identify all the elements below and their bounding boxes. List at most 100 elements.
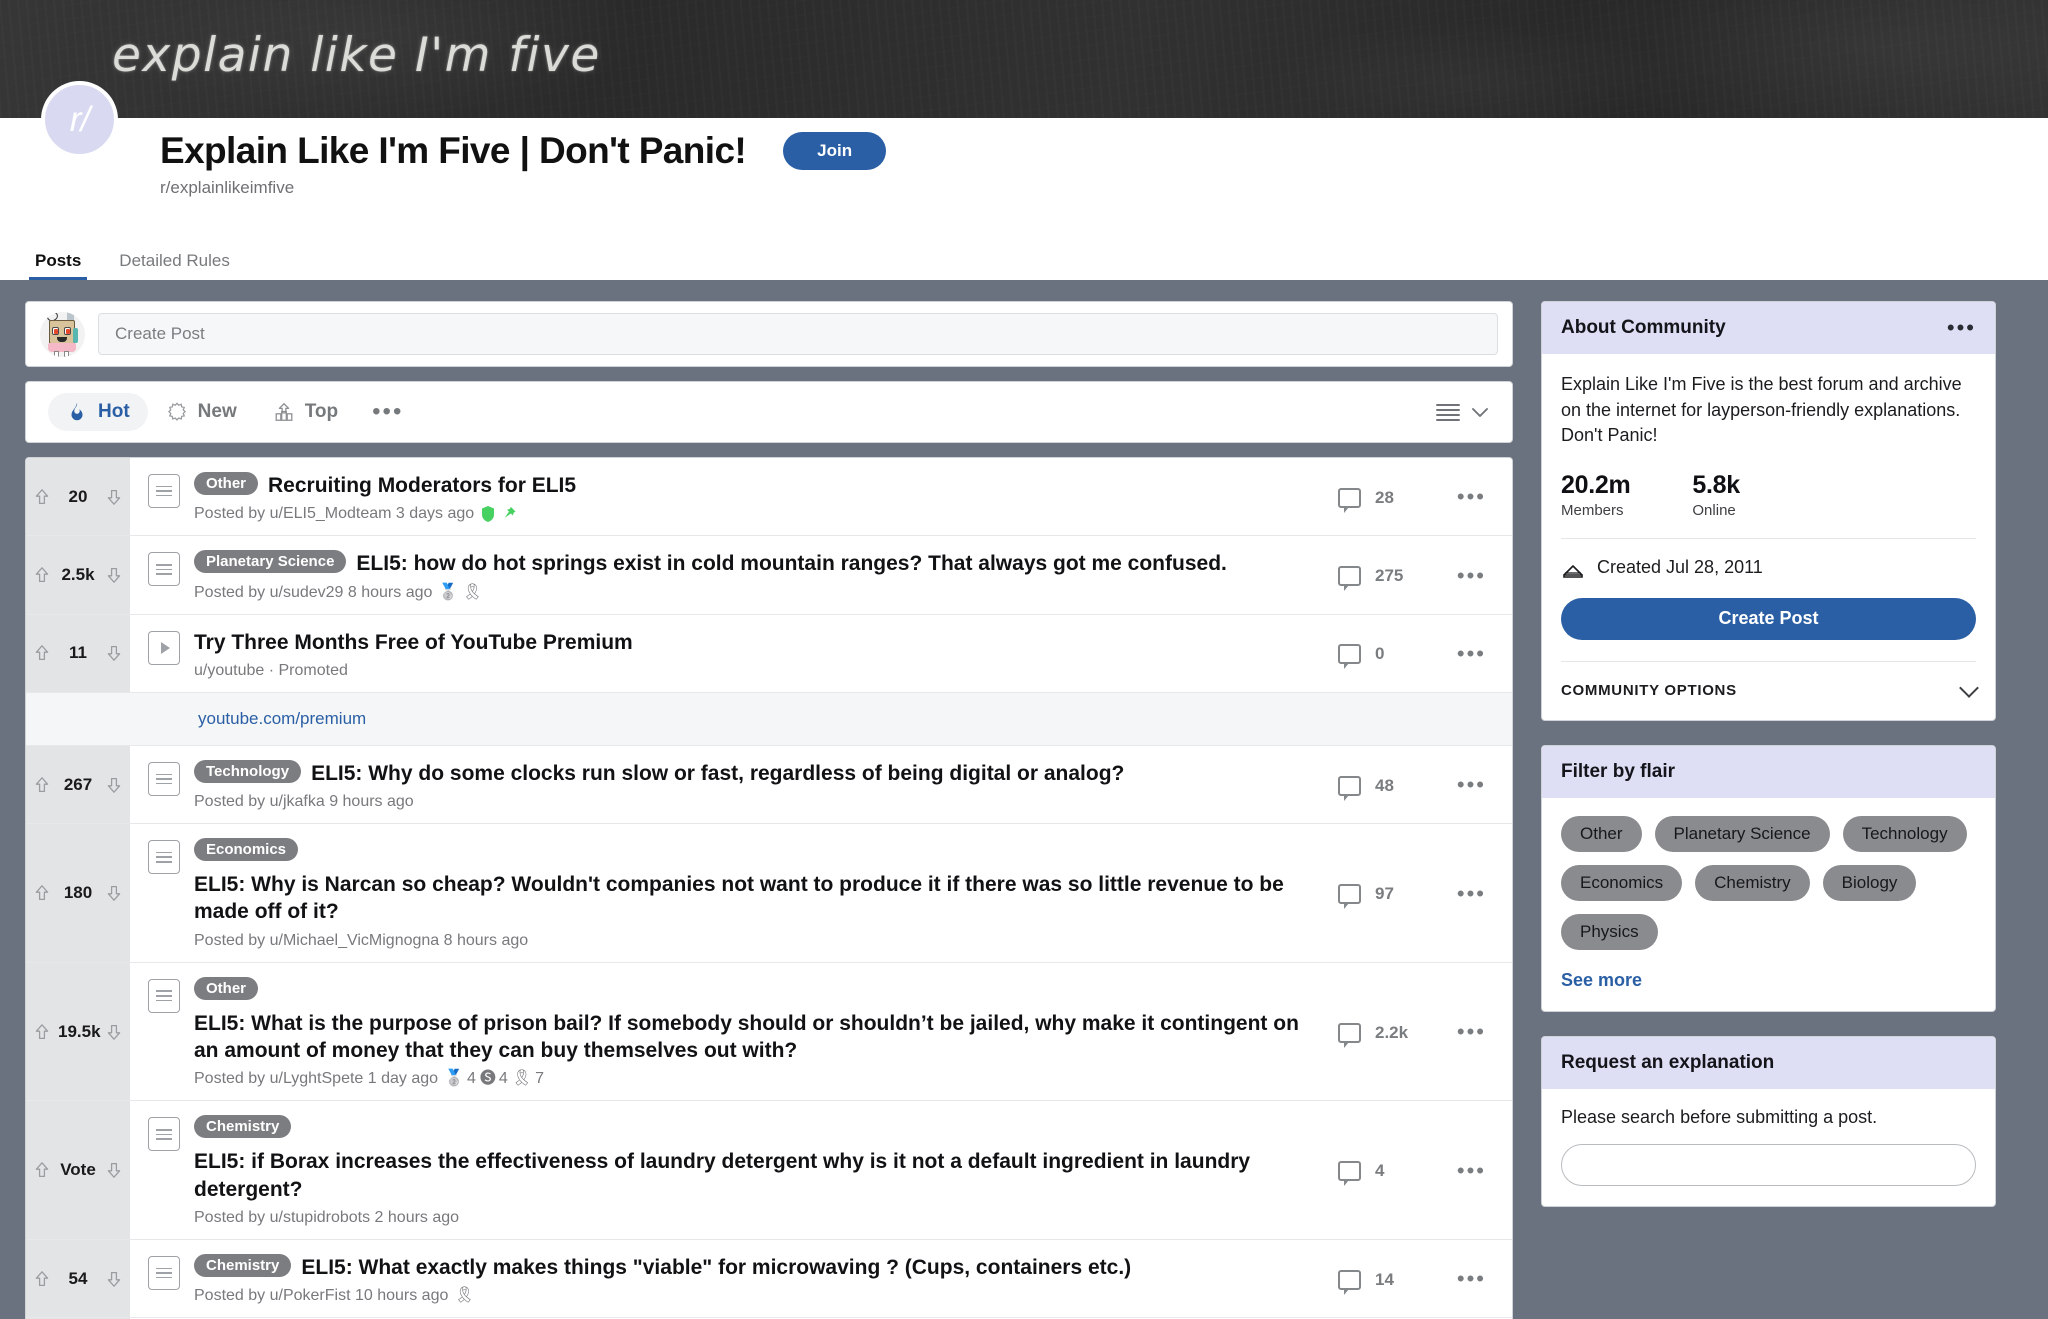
flair-filter-chemistry[interactable]: Chemistry bbox=[1695, 864, 1810, 901]
sort-hot-label: Hot bbox=[98, 401, 130, 422]
s-award-icon: 🅢 bbox=[479, 1070, 496, 1088]
vote-column: 11 bbox=[26, 614, 130, 692]
chevron-down-icon bbox=[1959, 677, 1979, 698]
post-more-button[interactable]: ••• bbox=[1457, 564, 1486, 586]
downvote-icon[interactable] bbox=[106, 564, 122, 586]
downvote-icon[interactable] bbox=[106, 642, 122, 664]
user-avatar[interactable] bbox=[40, 311, 85, 357]
post-title[interactable]: ELI5: What is the purpose of prison bail… bbox=[194, 1010, 1316, 1065]
flair-filter-economics[interactable]: Economics bbox=[1561, 864, 1683, 901]
promoted-post[interactable]: 11 Try Three Months Free of YouTube Prem… bbox=[26, 614, 1512, 746]
comment-column[interactable]: 97 ••• bbox=[1330, 838, 1500, 950]
tab-posts[interactable]: Posts bbox=[29, 252, 88, 280]
flair-filter-technology[interactable]: Technology bbox=[1842, 815, 1967, 852]
post-awards: 🎗 bbox=[454, 1288, 474, 1304]
flair-filter-planetary-science[interactable]: Planetary Science bbox=[1654, 815, 1830, 852]
post-more-button[interactable]: ••• bbox=[1457, 486, 1486, 508]
post-more-button[interactable]: ••• bbox=[1457, 1160, 1486, 1182]
join-button[interactable]: Join bbox=[783, 132, 887, 170]
post-title[interactable]: ELI5: What exactly makes things "viable"… bbox=[301, 1254, 1131, 1281]
page-title: Explain Like I'm Five | Don't Panic! bbox=[160, 130, 747, 171]
post-flair[interactable]: Technology bbox=[194, 759, 302, 783]
upvote-icon[interactable] bbox=[34, 642, 50, 664]
post-badges bbox=[480, 505, 517, 523]
post-row[interactable]: 267 Technology ELI5: Why do some clocks … bbox=[26, 745, 1512, 825]
flair-filter-physics[interactable]: Physics bbox=[1561, 913, 1658, 950]
members-label: Members bbox=[1561, 501, 1624, 519]
vote-count: Vote bbox=[60, 1160, 96, 1180]
flair-filter-biology[interactable]: Biology bbox=[1822, 864, 1917, 901]
cake-icon bbox=[1563, 564, 1583, 578]
upvote-icon[interactable] bbox=[34, 882, 50, 904]
post-more-button[interactable]: ••• bbox=[1457, 774, 1486, 796]
post-title[interactable]: ELI5: if Borax increases the effectivene… bbox=[194, 1148, 1316, 1203]
post-row[interactable]: 11 Try Three Months Free of YouTube Prem… bbox=[26, 614, 1512, 692]
downvote-icon[interactable] bbox=[106, 774, 122, 796]
comment-count: 0 bbox=[1375, 644, 1385, 664]
downvote-icon[interactable] bbox=[106, 1159, 122, 1181]
post-byline: Posted by u/stupidrobots 2 hours ago bbox=[194, 1208, 460, 1226]
post-title[interactable]: ELI5: Why is Narcan so cheap? Wouldn't c… bbox=[194, 871, 1316, 926]
post-more-button[interactable]: ••• bbox=[1457, 882, 1486, 904]
downvote-icon[interactable] bbox=[106, 1268, 122, 1290]
post-more-button[interactable]: ••• bbox=[1457, 1268, 1486, 1290]
post-flair[interactable]: Economics bbox=[194, 838, 299, 862]
upvote-icon[interactable] bbox=[34, 1159, 50, 1181]
about-more-button[interactable]: ••• bbox=[1947, 316, 1976, 338]
request-explanation-title: Request an explanation bbox=[1561, 1051, 1775, 1073]
post-flair[interactable]: Planetary Science bbox=[194, 550, 347, 574]
post-title[interactable]: Recruiting Moderators for ELI5 bbox=[268, 472, 576, 499]
upvote-icon[interactable] bbox=[34, 1268, 50, 1290]
comment-count: 97 bbox=[1375, 883, 1394, 903]
comment-icon bbox=[1338, 1022, 1361, 1048]
sort-hot[interactable]: Hot bbox=[48, 393, 148, 431]
post-row[interactable]: 180 Economics ELI5: Why is Narcan so che… bbox=[26, 824, 1512, 963]
see-more-link[interactable]: See more bbox=[1561, 970, 1976, 991]
post-row[interactable]: 19.5k Other ELI5: What is the purpose of… bbox=[26, 962, 1512, 1102]
comment-column[interactable]: 14 ••• bbox=[1330, 1254, 1500, 1305]
post-byline: Posted by u/Michael_VicMignogna 8 hours … bbox=[194, 931, 529, 949]
sidebar-create-post-button[interactable]: Create Post bbox=[1561, 597, 1976, 640]
post-title[interactable]: ELI5: how do hot springs exist in cold m… bbox=[356, 550, 1226, 577]
promoted-url-link[interactable]: youtube.com/premium bbox=[26, 691, 1512, 745]
community-options-toggle[interactable]: COMMUNITY OPTIONS bbox=[1561, 660, 1979, 700]
sort-new[interactable]: New bbox=[148, 393, 255, 431]
post-row[interactable]: 54 Chemistry ELI5: What exactly makes th… bbox=[26, 1239, 1512, 1319]
comment-column[interactable]: 0 ••• bbox=[1330, 629, 1500, 680]
upvote-icon[interactable] bbox=[34, 1021, 50, 1043]
tab-detailed-rules[interactable]: Detailed Rules bbox=[113, 252, 236, 280]
post-flair[interactable]: Other bbox=[194, 472, 259, 495]
downvote-icon[interactable] bbox=[106, 882, 122, 904]
post-flair[interactable]: Chemistry bbox=[194, 1115, 292, 1139]
comment-column[interactable]: 48 ••• bbox=[1330, 760, 1500, 811]
downvote-icon[interactable] bbox=[106, 1021, 122, 1043]
request-search-input[interactable] bbox=[1561, 1143, 1976, 1186]
comment-column[interactable]: 28 ••• bbox=[1330, 472, 1500, 523]
create-post-input[interactable] bbox=[98, 313, 1498, 355]
post-flair[interactable]: Other bbox=[194, 976, 259, 1000]
post-meta: Posted by u/stupidrobots 2 hours ago bbox=[194, 1209, 1316, 1227]
members-stat: 20.2m Members bbox=[1561, 471, 1631, 519]
upvote-icon[interactable] bbox=[34, 564, 50, 586]
post-title[interactable]: ELI5: Why do some clocks run slow or fas… bbox=[311, 760, 1124, 787]
downvote-icon[interactable] bbox=[106, 486, 122, 508]
post-title[interactable]: Try Three Months Free of YouTube Premium bbox=[194, 629, 633, 656]
post-flair[interactable]: Chemistry bbox=[194, 1253, 292, 1277]
sort-more-button[interactable]: ••• bbox=[356, 400, 419, 424]
comment-count: 2.2k bbox=[1375, 1022, 1409, 1042]
sort-top[interactable]: Top bbox=[255, 393, 356, 431]
upvote-icon[interactable] bbox=[34, 486, 50, 508]
comment-column[interactable]: 275 ••• bbox=[1330, 550, 1500, 601]
helpful-award-icon: 🎗 bbox=[511, 1070, 533, 1088]
post-more-button[interactable]: ••• bbox=[1457, 643, 1486, 665]
post-row[interactable]: 2.5k Planetary Science ELI5: how do hot … bbox=[26, 536, 1512, 615]
flair-filter-other[interactable]: Other bbox=[1561, 815, 1642, 852]
post-row[interactable]: Vote Chemistry ELI5: if Borax increases … bbox=[26, 1101, 1512, 1240]
comment-column[interactable]: 4 ••• bbox=[1330, 1115, 1500, 1227]
comment-column[interactable]: 2.2k ••• bbox=[1330, 977, 1500, 1089]
upvote-icon[interactable] bbox=[34, 774, 50, 796]
post-more-button[interactable]: ••• bbox=[1457, 1021, 1486, 1043]
view-mode-toggle[interactable] bbox=[1433, 400, 1490, 424]
chevron-down-icon bbox=[1472, 408, 1488, 417]
post-row[interactable]: 20 Other Recruiting Moderators for ELI5 … bbox=[26, 458, 1512, 537]
